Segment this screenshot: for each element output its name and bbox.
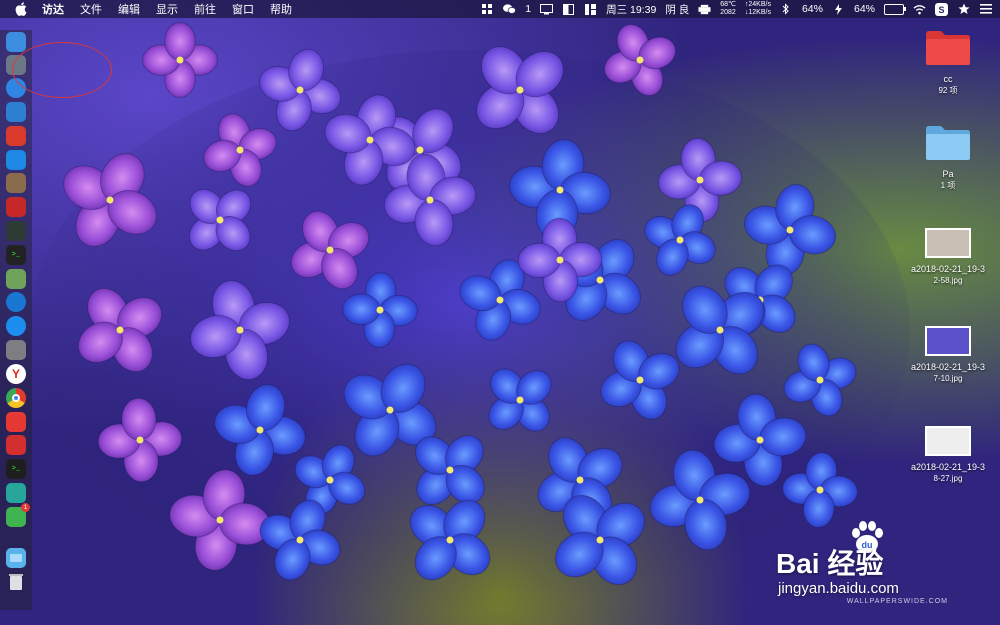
menu-bar: 访达 文件 编辑 显示 前往 窗口 帮助 1 周三 19:39 阴 良 68℃ …: [0, 0, 1000, 18]
dock-terminal-icon[interactable]: >_: [6, 245, 26, 265]
annotation-ellipse: [12, 42, 112, 98]
dock-app-blue-icon[interactable]: [6, 150, 26, 170]
dock-app-blue-2-icon[interactable]: [6, 292, 26, 312]
dock-terminal-2-icon[interactable]: >_: [6, 459, 26, 479]
desktop-item-name: cc: [943, 74, 953, 84]
dock-trash-icon[interactable]: [6, 572, 26, 592]
dock-downloads-folder-icon[interactable]: [6, 548, 26, 568]
desktop-item-sub: 92 项: [938, 86, 958, 95]
dock-app-red-icon[interactable]: [6, 126, 26, 146]
desktop-item-name: a2018-02-21_19-3: [910, 462, 986, 472]
baidu-url: jingyan.baidu.com: [778, 580, 899, 597]
menu-finder[interactable]: 访达: [42, 1, 64, 17]
desktop-item-sub: 7-10.jpg: [933, 374, 963, 383]
dock-wechat-icon[interactable]: 1: [6, 503, 30, 527]
app-s-icon[interactable]: S: [935, 2, 948, 16]
image-thumbnail: [925, 326, 971, 356]
dock-chrome-icon[interactable]: [6, 388, 26, 408]
desktop-item-name: Pa: [942, 169, 954, 179]
desktop-item[interactable]: cc 92 项: [905, 30, 991, 96]
network-speed[interactable]: ↑24KB/s ↓12KB/s: [745, 1, 771, 17]
clock[interactable]: 周三 19:39: [606, 2, 656, 17]
desktop-item[interactable]: a2018-02-21_19-3 8-27.jpg: [905, 426, 991, 484]
folder-red-icon: [926, 31, 970, 65]
dock-app-store-icon[interactable]: [6, 316, 26, 336]
dock-app-brown-icon[interactable]: [6, 173, 26, 193]
print-icon[interactable]: [698, 3, 711, 15]
menu-go[interactable]: 前往: [194, 1, 216, 17]
menu-view[interactable]: 显示: [156, 1, 178, 17]
battery-percent-1: 64%: [801, 3, 823, 15]
dock-finder-icon[interactable]: [6, 32, 26, 52]
menu-file[interactable]: 文件: [80, 1, 102, 17]
dock-activity-monitor-icon[interactable]: [6, 221, 26, 241]
cpu-temperature: 68℃: [720, 1, 736, 8]
dock-app-red-2-icon[interactable]: [6, 197, 26, 217]
grid-icon[interactable]: [481, 3, 494, 15]
image-thumbnail: [925, 228, 971, 258]
menu-help[interactable]: 帮助: [270, 1, 292, 17]
bluetooth-icon[interactable]: [780, 3, 793, 15]
menu-list-icon[interactable]: [979, 3, 992, 15]
dock-app-teal-icon[interactable]: [6, 483, 26, 503]
temperature-fan-readout[interactable]: 68℃ 2082: [720, 1, 736, 17]
folder-blue-icon: [926, 126, 970, 160]
dock-badge: 1: [21, 503, 30, 512]
desktop-item-sub: 2-58.jpg: [933, 276, 963, 285]
desktop: 访达 文件 编辑 显示 前往 窗口 帮助 1 周三 19:39 阴 良 68℃ …: [0, 0, 1000, 625]
wallpaper-credit: WALLPAPERSWIDE.COM: [846, 598, 948, 605]
dock-yandex-icon[interactable]: Y: [6, 364, 26, 384]
net-down: ↓12KB/s: [744, 9, 771, 16]
fan-speed: 2082: [720, 9, 736, 16]
menu-edit[interactable]: 编辑: [118, 1, 140, 17]
apple-logo-icon[interactable]: [14, 2, 28, 16]
desktop-item-name: a2018-02-21_19-3: [910, 362, 986, 372]
wifi-icon[interactable]: [913, 3, 926, 15]
baidu-logo-text: Bai 经验: [776, 548, 884, 579]
desktop-item[interactable]: a2018-02-21_19-3 2-58.jpg: [905, 228, 991, 286]
display-icon[interactable]: [540, 3, 554, 15]
baidu-jingyan-watermark: du Bai 经验 jingyan.baidu.com: [770, 512, 970, 612]
hydrangea-floret: [142, 22, 218, 98]
dock-weibo-icon[interactable]: [6, 412, 26, 432]
dock: >_ Y >_ 1: [0, 30, 32, 610]
window-split-icon[interactable]: [562, 3, 575, 15]
battery-percent-2: 64%: [853, 3, 875, 15]
wechat-icon[interactable]: [503, 3, 517, 15]
svg-text:S: S: [938, 5, 944, 15]
desktop-item-sub: 1 项: [940, 181, 956, 190]
dock-vivaldi-icon[interactable]: [6, 435, 26, 455]
dock-system-preferences-icon[interactable]: [6, 340, 26, 360]
desktop-item[interactable]: Pa 1 项: [905, 125, 991, 191]
dock-preview-icon[interactable]: [6, 269, 26, 289]
menu-window[interactable]: 窗口: [232, 1, 254, 17]
lightning-icon: [832, 3, 845, 15]
net-up: ↑24KB/s: [744, 1, 771, 8]
dock-contacts-icon[interactable]: [6, 102, 26, 122]
desktop-item-name: a2018-02-21_19-3: [910, 264, 986, 274]
battery-icon[interactable]: [884, 3, 906, 15]
layout-icon[interactable]: [584, 3, 597, 15]
wechat-count: 1: [525, 3, 532, 15]
star-icon[interactable]: [957, 3, 970, 15]
image-thumbnail: [925, 426, 971, 456]
weather[interactable]: 阴 良: [665, 2, 689, 17]
desktop-item-sub: 8-27.jpg: [933, 474, 963, 483]
desktop-item[interactable]: a2018-02-21_19-3 7-10.jpg: [905, 326, 991, 384]
